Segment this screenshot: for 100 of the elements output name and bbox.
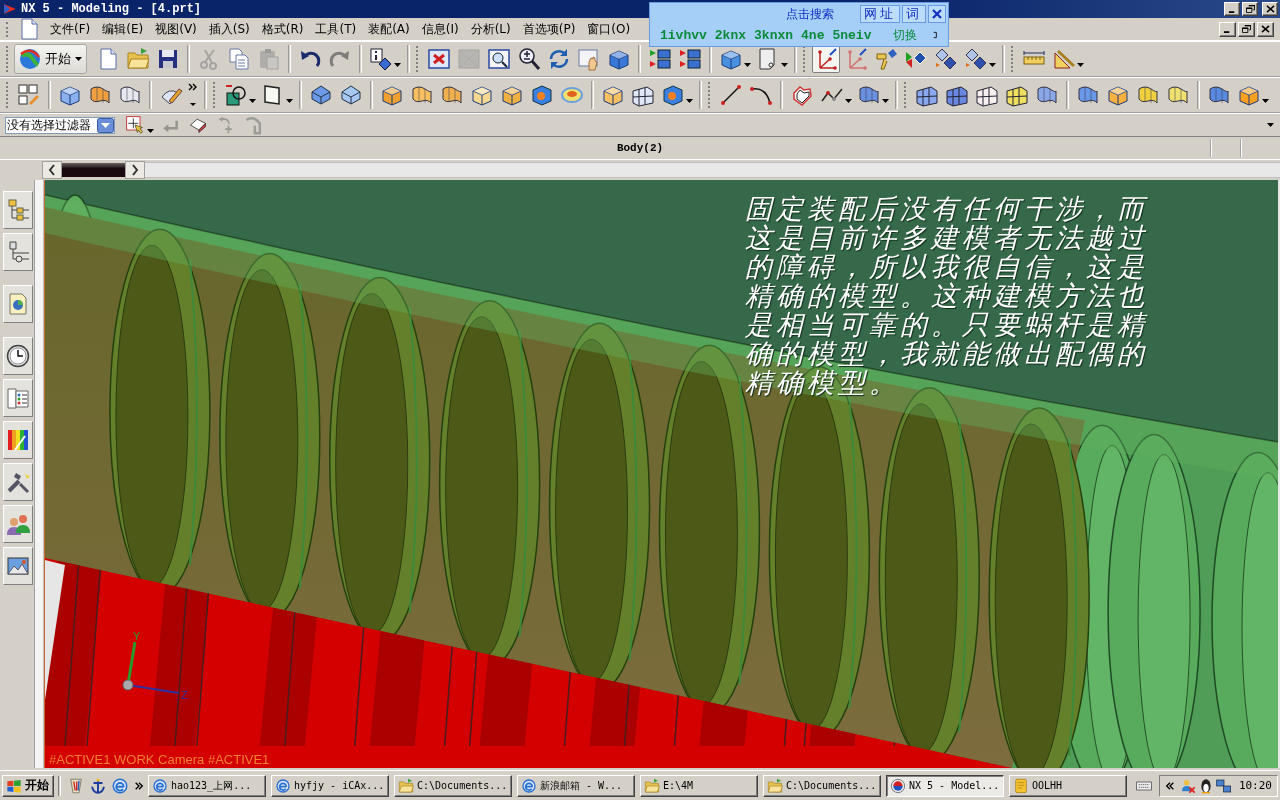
taskbar-button[interactable]: C:\Documents... xyxy=(763,774,881,797)
caret-icon[interactable] xyxy=(75,57,82,61)
axes-icon[interactable] xyxy=(812,45,840,73)
grid-sheet-icon[interactable] xyxy=(631,83,655,107)
computers-icon[interactable] xyxy=(1215,777,1232,794)
menu-item[interactable]: 视图(V) xyxy=(149,20,203,38)
search-option-button[interactable]: 网址 xyxy=(860,5,900,23)
assembly-icon[interactable] xyxy=(678,47,702,71)
search-option-button[interactable]: 词 xyxy=(902,5,926,23)
diamond-icon[interactable] xyxy=(934,47,958,71)
taskbar-button[interactable]: E:\4M xyxy=(640,774,758,797)
taskbar-button[interactable]: 新浪邮箱 - W... xyxy=(517,774,635,797)
caret-icon[interactable] xyxy=(882,99,889,103)
start-button[interactable]: 开始 xyxy=(2,774,54,797)
menu-item[interactable]: 工具(T) xyxy=(309,20,363,38)
resource-tab[interactable] xyxy=(3,285,33,323)
chevron-right-icon xyxy=(131,164,139,176)
line-icon[interactable] xyxy=(719,83,743,107)
menu-item[interactable]: 窗口(O) xyxy=(581,20,637,38)
overflow-chevron-icon[interactable] xyxy=(188,82,198,108)
scroll-thumb[interactable] xyxy=(62,163,125,177)
globe-icon[interactable] xyxy=(111,776,129,795)
resource-tab[interactable] xyxy=(3,505,33,543)
folder-icon xyxy=(767,777,783,794)
search-label[interactable]: 点击搜索 xyxy=(786,5,834,23)
copy-icon[interactable] xyxy=(227,47,251,71)
taskbar-button[interactable]: OOLHH xyxy=(1009,774,1127,797)
chevron-right-icon[interactable] xyxy=(134,779,144,792)
anchor-icon[interactable] xyxy=(89,776,107,795)
window-title: NX 5 - Modeling - [4.prt] xyxy=(21,2,202,16)
caret-icon[interactable] xyxy=(286,99,293,103)
resource-tab[interactable] xyxy=(3,337,33,375)
resource-tab[interactable] xyxy=(3,421,33,459)
menu-item[interactable]: 格式(R) xyxy=(255,20,310,38)
bracket-icon[interactable] xyxy=(931,30,940,40)
roller-icon[interactable] xyxy=(874,47,898,71)
caret-icon[interactable] xyxy=(147,129,154,133)
fit-view-icon[interactable] xyxy=(427,47,451,71)
grid-sheet-icon[interactable] xyxy=(915,83,939,107)
globe-icon xyxy=(18,47,42,71)
start-button[interactable]: 开始 xyxy=(14,44,87,74)
prism-icon[interactable] xyxy=(339,83,363,107)
caret-icon[interactable] xyxy=(1262,99,1269,103)
selection-filter-dropdown[interactable]: 没有选择过滤器 xyxy=(5,116,115,134)
menu-item[interactable]: 插入(S) xyxy=(202,20,256,38)
outline-icon[interactable] xyxy=(790,83,814,107)
restore-icon xyxy=(1242,25,1251,33)
caret-icon[interactable] xyxy=(1077,63,1084,67)
restore-button[interactable] xyxy=(1242,2,1258,16)
caret-icon[interactable] xyxy=(249,99,256,103)
caret-icon[interactable] xyxy=(686,99,693,103)
zoom-window-icon[interactable] xyxy=(487,47,511,71)
close-icon xyxy=(1265,5,1275,13)
close-icon xyxy=(932,9,942,19)
resource-tab[interactable] xyxy=(3,463,33,501)
taskbar-button[interactable]: hao123_上网... xyxy=(148,774,266,797)
caret-icon[interactable] xyxy=(744,63,751,67)
menu-item[interactable]: 装配(A) xyxy=(362,20,416,38)
grid-sheet-icon[interactable] xyxy=(1005,83,1029,107)
taskbar-button[interactable]: NX 5 - Model... xyxy=(886,774,1004,797)
save-icon[interactable] xyxy=(156,47,180,71)
layout-icon[interactable] xyxy=(17,83,41,107)
selection-icon[interactable] xyxy=(125,115,145,135)
hexagon-icon[interactable] xyxy=(530,83,554,107)
close-button[interactable] xyxy=(928,5,946,23)
zoom-icon[interactable] xyxy=(517,47,541,71)
taskbar-button[interactable]: hyfjy - iCAx... xyxy=(271,774,389,797)
resource-tab[interactable] xyxy=(3,233,33,271)
minimize-button[interactable] xyxy=(1224,2,1240,16)
caret-icon[interactable] xyxy=(1267,123,1274,127)
folder-icon[interactable] xyxy=(126,47,150,71)
grid-sheet-icon[interactable] xyxy=(975,83,999,107)
set-square-icon[interactable] xyxy=(1052,47,1076,71)
menu-item[interactable]: 文件(F) xyxy=(44,20,97,38)
sketch-icon[interactable] xyxy=(224,83,248,107)
menu-item[interactable]: 首选项(P) xyxy=(516,20,582,38)
caret-icon[interactable] xyxy=(845,99,852,103)
prism-icon[interactable] xyxy=(309,83,333,107)
rotate-icon[interactable] xyxy=(547,47,571,71)
hexagon-icon[interactable] xyxy=(661,83,685,107)
diamond-icon[interactable] xyxy=(964,47,988,71)
cup-icon[interactable] xyxy=(67,776,85,795)
info-icon[interactable] xyxy=(369,47,393,71)
resource-tab[interactable] xyxy=(3,191,33,229)
restore-button[interactable] xyxy=(1238,21,1255,37)
hand-icon[interactable] xyxy=(577,47,601,71)
assembly-icon[interactable] xyxy=(648,47,672,71)
menu-item[interactable]: 编辑(E) xyxy=(96,20,150,38)
minimize-button[interactable] xyxy=(1219,21,1236,37)
menu-item[interactable]: 信息(I) xyxy=(415,20,465,38)
caret-icon[interactable] xyxy=(781,63,788,67)
caret-icon[interactable] xyxy=(989,63,996,67)
chevron-left-icon[interactable] xyxy=(1164,779,1175,792)
grid-sheet-icon[interactable] xyxy=(945,83,969,107)
menu-item[interactable]: 分析(L) xyxy=(464,20,517,38)
resource-tab[interactable] xyxy=(3,547,33,585)
caret-icon[interactable] xyxy=(394,63,401,67)
scroll-left-button[interactable] xyxy=(42,161,62,179)
taskbar-button[interactable]: C:\Documents... xyxy=(394,774,512,797)
scroll-right-button[interactable] xyxy=(125,161,145,179)
